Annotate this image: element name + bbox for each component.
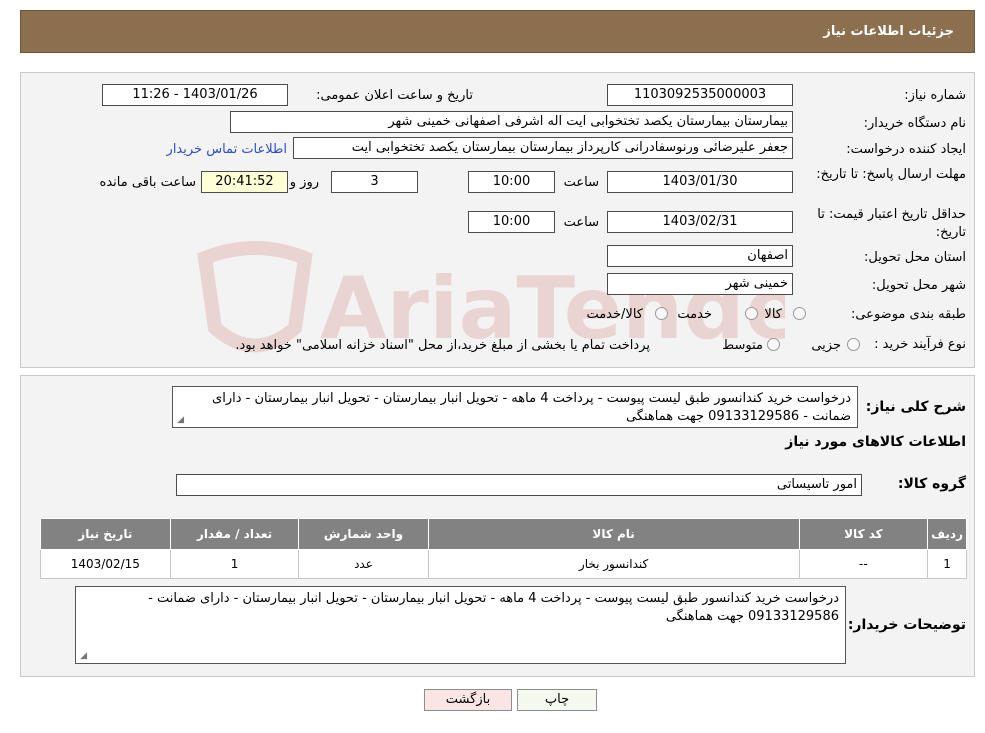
col-date: تاریخ نیاز [40, 518, 171, 550]
col-unit: واحد شمارش [298, 518, 429, 550]
watermark-shield-icon [197, 241, 313, 353]
price-valid-time-field: 10:00 [468, 211, 555, 233]
cell-date: 1403/02/15 [40, 549, 171, 579]
price-valid-label: حداقل تاریخ اعتبار قیمت: تا تاریخ: [817, 207, 966, 240]
deadline-date-field: 1403/01/30 [607, 171, 793, 193]
buyer-notes-text: درخواست خرید کندانسور طبق لیست پیوست - پ… [148, 591, 839, 624]
buyer-notes-label: توضیحات خریدار: [847, 617, 966, 633]
resize-grip-icon[interactable]: ◢ [78, 652, 87, 661]
category-radio-service[interactable] [745, 307, 758, 320]
back-button[interactable]: بازگشت [424, 689, 512, 711]
need-number-label: شماره نیاز: [904, 88, 966, 103]
days-label: روز و [289, 175, 319, 190]
resize-grip-icon[interactable]: ◢ [175, 416, 184, 425]
creator-label: ایجاد کننده درخواست: [846, 142, 966, 157]
cell-code: -- [798, 549, 929, 579]
category-radio-goods-service[interactable] [655, 307, 668, 320]
table-row: 1 -- کندانسور بخار عدد 1 1403/02/15 [40, 549, 967, 579]
description-textarea[interactable]: درخواست خرید کندانسور طبق لیست پیوست - پ… [172, 386, 858, 428]
description-label: شرح کلی نیاز: [865, 399, 966, 415]
price-valid-time-label: ساعت [563, 215, 599, 230]
buyer-org-label: نام دستگاه خریدار: [863, 116, 966, 131]
col-qty: تعداد / مقدار [169, 518, 300, 550]
announce-field: 1403/01/26 - 11:26 [102, 84, 288, 106]
province-field: اصفهان [607, 245, 793, 267]
creator-field: جعفر علیرضائی ورنوسفادرانی کارپرداز بیما… [293, 137, 793, 159]
buyer-contact-link[interactable]: اطلاعات تماس خریدار [167, 142, 287, 157]
col-row: ردیف [927, 518, 967, 550]
category-option-goods-service: کالا/خدمت [586, 307, 643, 322]
process-option-minor: جزیی [811, 338, 841, 353]
page-title: جزئیات اطلاعات نیاز [823, 24, 954, 39]
description-text: درخواست خرید کندانسور طبق لیست پیوست - پ… [212, 391, 851, 424]
days-field: 3 [331, 171, 418, 193]
remaining-time-field: 20:41:52 [201, 171, 288, 193]
price-valid-date-field: 1403/02/31 [607, 211, 793, 233]
process-label: نوع فرآیند خرید : [874, 337, 966, 352]
page-header: جزئیات اطلاعات نیاز [20, 10, 975, 53]
col-name: نام کالا [427, 518, 800, 550]
goods-table: ردیف کد کالا نام کالا واحد شمارش تعداد /… [40, 518, 967, 579]
cell-qty: 1 [169, 549, 300, 579]
remaining-label: ساعت باقی مانده [99, 175, 196, 190]
buyer-notes-textarea[interactable]: درخواست خرید کندانسور طبق لیست پیوست - پ… [75, 586, 846, 664]
cell-row: 1 [927, 549, 967, 579]
cell-unit: عدد [298, 549, 429, 579]
process-radio-minor[interactable] [847, 338, 860, 351]
process-option-medium: متوسط [722, 338, 763, 353]
buyer-org-field: بیمارستان بیمارستان یکصد تختخوابی ایت ال… [230, 111, 793, 133]
need-number-field: 1103092535000003 [607, 84, 793, 106]
goods-group-label: گروه کالا: [897, 476, 966, 492]
category-radio-goods[interactable] [793, 307, 806, 320]
category-option-service: خدمت [677, 307, 712, 322]
deadline-time-field: 10:00 [468, 171, 555, 193]
process-radio-medium[interactable] [767, 338, 780, 351]
goods-group-field: امور تاسیساتی [176, 474, 862, 496]
col-code: کد کالا [798, 518, 929, 550]
goods-info-title: اطلاعات کالاهای مورد نیاز [785, 434, 966, 450]
category-option-goods: کالا [764, 307, 782, 322]
print-button[interactable]: چاپ [517, 689, 597, 711]
cell-name: کندانسور بخار [427, 549, 800, 579]
deadline-label: مهلت ارسال پاسخ: تا تاریخ: [816, 167, 966, 182]
city-field: خمینی شهر [607, 273, 793, 295]
goods-table-header: ردیف کد کالا نام کالا واحد شمارش تعداد /… [40, 518, 967, 550]
announce-label: تاریخ و ساعت اعلان عمومی: [316, 88, 473, 103]
city-label: شهر محل تحویل: [871, 278, 966, 293]
deadline-time-label: ساعت [563, 175, 599, 190]
province-label: استان محل تحویل: [864, 250, 966, 265]
process-note: پرداخت تمام یا بخشی از مبلغ خرید،از محل … [235, 338, 650, 353]
category-label: طبقه بندی موضوعی: [850, 307, 966, 322]
